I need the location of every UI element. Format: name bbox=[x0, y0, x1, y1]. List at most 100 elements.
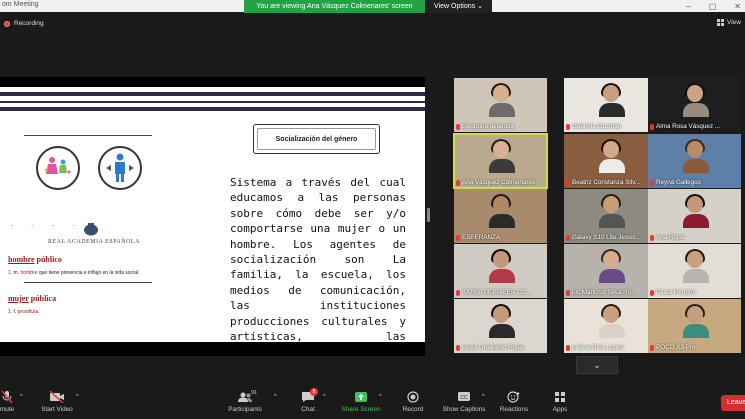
participant-name-label: KARLA MORALES CO... bbox=[456, 288, 545, 297]
video-off-icon bbox=[49, 389, 65, 404]
participant-name: Reyna Gallegos bbox=[656, 179, 701, 186]
term-hombre-publico: hombre público bbox=[8, 255, 62, 264]
participant-name-label: Ana Vásquez Colmenares bbox=[456, 178, 545, 187]
participant-name-label: Leyla Gualberto Rojas bbox=[456, 343, 545, 352]
participant-video bbox=[488, 304, 515, 338]
participant-name: ESPERANZA bbox=[462, 234, 501, 241]
close-button[interactable]: ✕ bbox=[734, 2, 741, 11]
definition-hombre-publico: 1. m. hombre que tiene presencia e influ… bbox=[8, 270, 140, 276]
mic-muted-icon bbox=[456, 123, 460, 130]
mic-muted-icon bbox=[566, 179, 570, 186]
mic-muted-icon bbox=[456, 179, 460, 186]
apps-button[interactable]: Apps bbox=[534, 389, 586, 413]
leave-button[interactable]: Leave bbox=[721, 395, 745, 411]
view-label: View bbox=[727, 19, 741, 26]
share-screen-button[interactable]: Share Screen bbox=[335, 389, 387, 413]
slide-bottom-bar bbox=[0, 342, 425, 356]
meeting-toolbar: mute ^ Start Video ^ 91 Participants ^ 8… bbox=[0, 386, 745, 419]
mic-muted-icon bbox=[566, 344, 570, 351]
slide-divider bbox=[24, 282, 152, 283]
grid-view-icon bbox=[717, 19, 725, 26]
mic-muted-icon bbox=[650, 289, 654, 296]
mic-muted-icon bbox=[650, 123, 654, 130]
participant-video bbox=[598, 194, 625, 228]
participant-tile[interactable]: Liliana Ríos López bbox=[564, 299, 657, 353]
svg-text:CC: CC bbox=[460, 395, 468, 401]
participant-tile[interactable]: ESPERANZA bbox=[454, 189, 547, 243]
participant-tile[interactable]: Paola Rendón bbox=[648, 244, 741, 298]
slide-top-bar bbox=[0, 77, 425, 87]
participant-name: POCO X3 Pro bbox=[656, 344, 696, 351]
mic-muted-icon bbox=[650, 234, 654, 241]
mic-muted-icon bbox=[456, 234, 460, 241]
participant-tile[interactable]: Ana Vásquez Colmenares bbox=[453, 133, 548, 189]
participant-name-label: Paola Rendón bbox=[650, 288, 739, 297]
participant-tile[interactable]: Ana Rojas bbox=[648, 189, 741, 243]
participant-video bbox=[682, 249, 709, 283]
mute-button[interactable]: mute bbox=[0, 389, 33, 413]
participant-tile[interactable]: Georgina delarosa bbox=[454, 78, 547, 132]
men-symbol-circle bbox=[98, 146, 142, 190]
video-options-caret[interactable]: ^ bbox=[76, 394, 79, 400]
captions-options-caret[interactable]: ^ bbox=[482, 394, 485, 400]
participant-video bbox=[682, 139, 709, 173]
participant-name: Galaxy S10 Lite Jessic... bbox=[572, 234, 641, 241]
gallery-scroll-down-button[interactable]: ⌄ bbox=[576, 356, 618, 374]
chevron-down-icon: ⌄ bbox=[593, 360, 601, 370]
start-video-button[interactable]: Start Video bbox=[31, 389, 83, 413]
participant-tile[interactable]: POCO X3 Pro bbox=[648, 299, 741, 353]
participant-tile[interactable]: Galaxy S10 Lite Jessic... bbox=[564, 189, 657, 243]
participant-tile[interactable]: Leyla Gualberto Rojas bbox=[454, 299, 547, 353]
mic-muted-icon bbox=[566, 123, 570, 130]
participant-name: Beatriz Constanza Silv... bbox=[572, 179, 641, 186]
participant-video bbox=[598, 139, 625, 173]
record-button[interactable]: Record bbox=[387, 389, 439, 413]
women-symbol-circle bbox=[36, 146, 80, 190]
zoom-meeting-window: om Meeting – ▢ ✕ You are viewing Ana Vás… bbox=[0, 0, 745, 419]
participants-button[interactable]: 91 Participants bbox=[219, 389, 271, 413]
participant-tile[interactable]: Reyna Gallegos bbox=[648, 134, 741, 188]
captions-icon: CC bbox=[457, 389, 471, 404]
mic-muted-icon bbox=[566, 234, 570, 241]
participant-name: Ana Rojas bbox=[656, 234, 686, 241]
participant-tile[interactable]: Alma Rosa Vásquez ... bbox=[648, 78, 741, 132]
audio-options-caret[interactable]: ^ bbox=[20, 394, 23, 400]
chat-options-caret[interactable]: ^ bbox=[323, 394, 326, 400]
participant-name-label: Galaxy S10 Lite Jessic... bbox=[566, 233, 655, 242]
apps-icon bbox=[554, 389, 566, 404]
chat-button[interactable]: 8 Chat bbox=[282, 388, 334, 413]
participant-name-label: Ana Rojas bbox=[650, 233, 739, 242]
participant-video bbox=[488, 194, 515, 228]
participant-tile[interactable]: KARLA MORALES CO... bbox=[454, 244, 547, 298]
view-layout-button[interactable]: View bbox=[717, 19, 741, 26]
view-options-button[interactable]: View Options ⌄ bbox=[425, 0, 492, 13]
slide-stripe bbox=[0, 107, 425, 111]
participant-tile[interactable]: Beatriz Constanza Silv... bbox=[564, 134, 657, 188]
split-resize-handle[interactable] bbox=[427, 208, 430, 222]
participant-name: Paola Rendón bbox=[656, 289, 696, 296]
participants-options-caret[interactable]: ^ bbox=[274, 394, 277, 400]
reactions-button[interactable]: Reactions bbox=[488, 389, 540, 413]
participant-tile[interactable]: Lic.Maricruz Silva Ro... bbox=[564, 244, 657, 298]
maximize-button[interactable]: ▢ bbox=[709, 2, 717, 11]
share-options-caret[interactable]: ^ bbox=[379, 394, 382, 400]
participant-name: Liliana Ríos López bbox=[572, 344, 624, 351]
participant-video bbox=[598, 249, 625, 283]
participant-name: Leyla Gualberto Rojas bbox=[462, 344, 525, 351]
recording-indicator[interactable]: Recording bbox=[4, 20, 44, 27]
minimize-button[interactable]: – bbox=[686, 2, 690, 11]
slide-divider bbox=[24, 135, 152, 136]
show-captions-button[interactable]: CC Show Captions bbox=[438, 389, 490, 413]
participant-name-label: Lic.Maricruz Silva Ro... bbox=[566, 288, 655, 297]
participant-name-label: POCO X3 Pro bbox=[650, 343, 739, 352]
participant-tile[interactable]: Gabriela Guzmán bbox=[564, 78, 657, 132]
recording-label: Recording bbox=[14, 20, 44, 27]
participant-name-label: Alma Rosa Vásquez ... bbox=[650, 122, 739, 131]
participant-video bbox=[598, 83, 625, 117]
participant-video bbox=[682, 83, 709, 117]
mic-muted-icon bbox=[650, 344, 654, 351]
participant-video bbox=[488, 83, 515, 117]
shared-screen-slide: · · · · · REAL ACADEMIA ESPAÑOLA hombre … bbox=[0, 77, 425, 356]
record-icon bbox=[407, 389, 419, 404]
window-title: om Meeting bbox=[2, 1, 39, 8]
